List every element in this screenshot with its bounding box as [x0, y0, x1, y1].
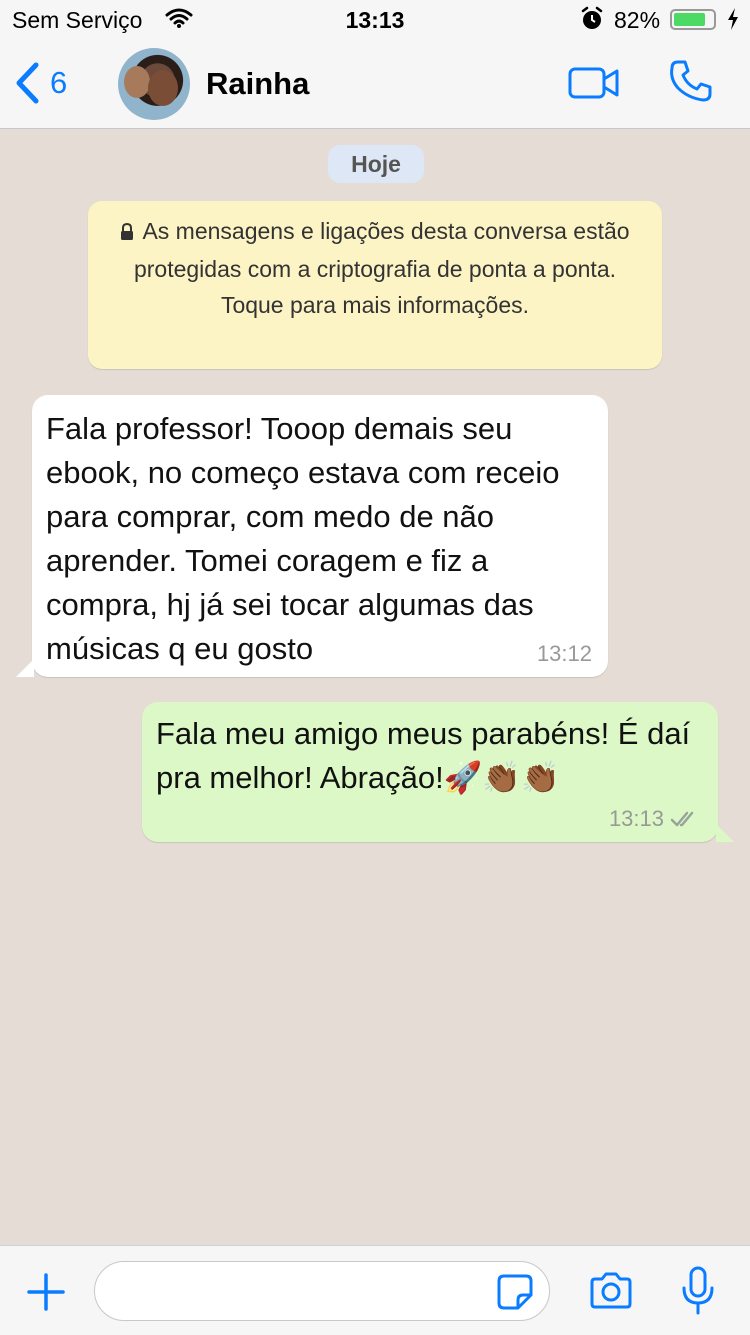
chat-header: 6 Rainha — [0, 40, 750, 129]
video-call-button[interactable] — [568, 66, 620, 105]
outgoing-message[interactable]: Fala meu amigo meus parabéns! É daí pra … — [142, 702, 734, 842]
chevron-left-icon — [16, 62, 39, 104]
avatar-face — [124, 66, 150, 98]
bubble-tail — [16, 659, 34, 677]
status-bar: Sem Serviço 13:13 82% — [0, 0, 750, 40]
contact-name[interactable]: Rainha — [206, 66, 309, 102]
voice-call-button[interactable] — [668, 58, 714, 109]
camera-button[interactable] — [588, 1272, 634, 1315]
composer-bar — [0, 1245, 750, 1335]
message-input[interactable] — [94, 1261, 550, 1321]
contact-avatar[interactable] — [118, 48, 190, 120]
video-camera-icon — [568, 67, 619, 99]
plus-icon — [27, 1273, 65, 1311]
incoming-message[interactable]: Fala professor! Tooop demais seu ebook, … — [16, 395, 608, 677]
double-check-icon — [670, 811, 694, 827]
microphone-button[interactable] — [680, 1266, 716, 1321]
phone-icon — [670, 60, 712, 102]
message-time: 13:13 — [608, 806, 664, 831]
encryption-notice[interactable]: As mensagens e ligações desta conversa e… — [88, 201, 662, 369]
unread-count: 6 — [50, 65, 68, 100]
back-button[interactable]: 6 — [14, 62, 67, 104]
date-separator: Hoje — [328, 145, 424, 183]
battery-percentage: 82% — [614, 7, 661, 33]
alarm-icon — [580, 6, 604, 38]
encryption-notice-text: As mensagens e ligações desta conversa e… — [133, 218, 630, 318]
chat-area[interactable]: Hoje As mensagens e ligações desta conve… — [0, 129, 750, 1245]
message-time: 13:12 — [536, 641, 592, 666]
battery-level — [674, 13, 705, 26]
camera-icon — [590, 1272, 632, 1309]
message-text: Fala meu amigo meus parabéns! É daí pra … — [156, 716, 691, 795]
avatar-face — [148, 70, 178, 106]
message-text: Fala professor! Tooop demais seu ebook, … — [46, 411, 560, 666]
lock-icon — [120, 215, 134, 251]
microphone-icon — [682, 1266, 714, 1315]
attach-button[interactable] — [26, 1272, 66, 1317]
charging-icon — [726, 7, 740, 37]
sticker-button[interactable] — [496, 1273, 534, 1316]
bubble-tail — [716, 824, 734, 842]
sticker-icon — [497, 1274, 533, 1310]
battery-icon — [670, 9, 716, 30]
message-meta: 13:13 — [609, 806, 700, 832]
